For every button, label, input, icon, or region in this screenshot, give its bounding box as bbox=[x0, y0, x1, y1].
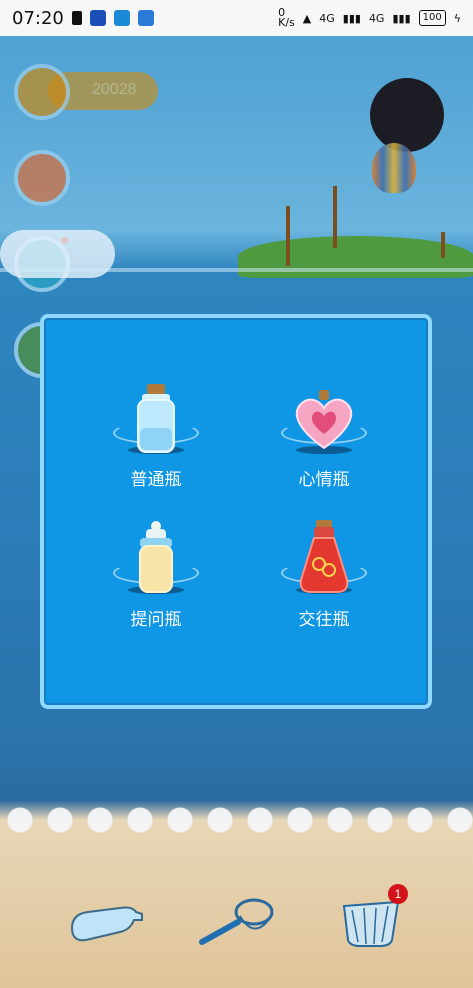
battery-alert-icon bbox=[71, 11, 82, 25]
bottle-label-question: 提问瓶 bbox=[130, 610, 182, 630]
bottle-option-plain[interactable]: 普通瓶 bbox=[96, 370, 216, 490]
dating-bottle-icon bbox=[299, 520, 349, 593]
coin-icon[interactable] bbox=[14, 64, 70, 120]
basket-count-badge: 1 bbox=[388, 884, 408, 904]
plain-bottle-icon bbox=[137, 384, 175, 453]
status-right: 0 K/s ▲ 4G ▮▮▮ 4G ▮▮▮ 100 ϟ bbox=[278, 6, 461, 29]
signal-2-icon: ▮▮▮ bbox=[392, 11, 411, 25]
chat-app-icon bbox=[113, 10, 130, 26]
bottle-label-plain: 普通瓶 bbox=[130, 470, 182, 490]
palm-tree-decoration bbox=[441, 232, 445, 258]
status-left: 07:20 bbox=[12, 8, 154, 29]
avatar[interactable] bbox=[370, 78, 444, 152]
screen: 07:20 0 K/s ▲ 4G ▮▮▮ 4G ▮▮▮ 100 ϟ 20028 bbox=[0, 0, 473, 988]
message-app-icon bbox=[137, 10, 154, 26]
bottle-label-mood: 心情瓶 bbox=[298, 470, 350, 490]
coin-value: 20028 bbox=[92, 81, 137, 98]
palm-tree-decoration bbox=[286, 206, 290, 266]
throw-bottle-icon[interactable] bbox=[66, 898, 146, 946]
checkin-button[interactable] bbox=[14, 150, 70, 206]
status-time: 07:20 bbox=[12, 7, 64, 29]
bottle-label-dating: 交往瓶 bbox=[298, 610, 350, 630]
beach-foam bbox=[0, 806, 473, 836]
horizon-line bbox=[0, 268, 473, 272]
shield-app-icon bbox=[89, 10, 106, 26]
signal-2-label: 4G bbox=[368, 11, 385, 25]
heart-bottle-icon bbox=[295, 390, 353, 450]
wifi-icon: ▲ bbox=[302, 11, 312, 25]
signal-1-label: 4G bbox=[319, 11, 335, 25]
hot-air-balloon-decoration bbox=[372, 143, 416, 193]
status-bar: 07:20 0 K/s ▲ 4G ▮▮▮ 4G ▮▮▮ 100 ϟ bbox=[0, 0, 473, 36]
bottle-option-dating[interactable]: 交往瓶 bbox=[264, 510, 384, 630]
signal-1-icon: ▮▮▮ bbox=[342, 11, 361, 25]
fishing-net-icon[interactable] bbox=[198, 894, 278, 946]
bottle-option-question[interactable]: 提问瓶 bbox=[96, 510, 216, 630]
charging-icon: ϟ bbox=[453, 11, 461, 25]
question-bottle-icon bbox=[139, 521, 173, 593]
bottle-option-mood[interactable]: 心情瓶 bbox=[264, 370, 384, 490]
palm-tree-decoration bbox=[333, 186, 337, 248]
battery-indicator: 100 bbox=[418, 10, 446, 26]
network-speed: 0 K/s bbox=[278, 6, 295, 29]
bottle-picker-dialog: 普通瓶 心情瓶 提问瓶 交往瓶 bbox=[40, 314, 432, 709]
